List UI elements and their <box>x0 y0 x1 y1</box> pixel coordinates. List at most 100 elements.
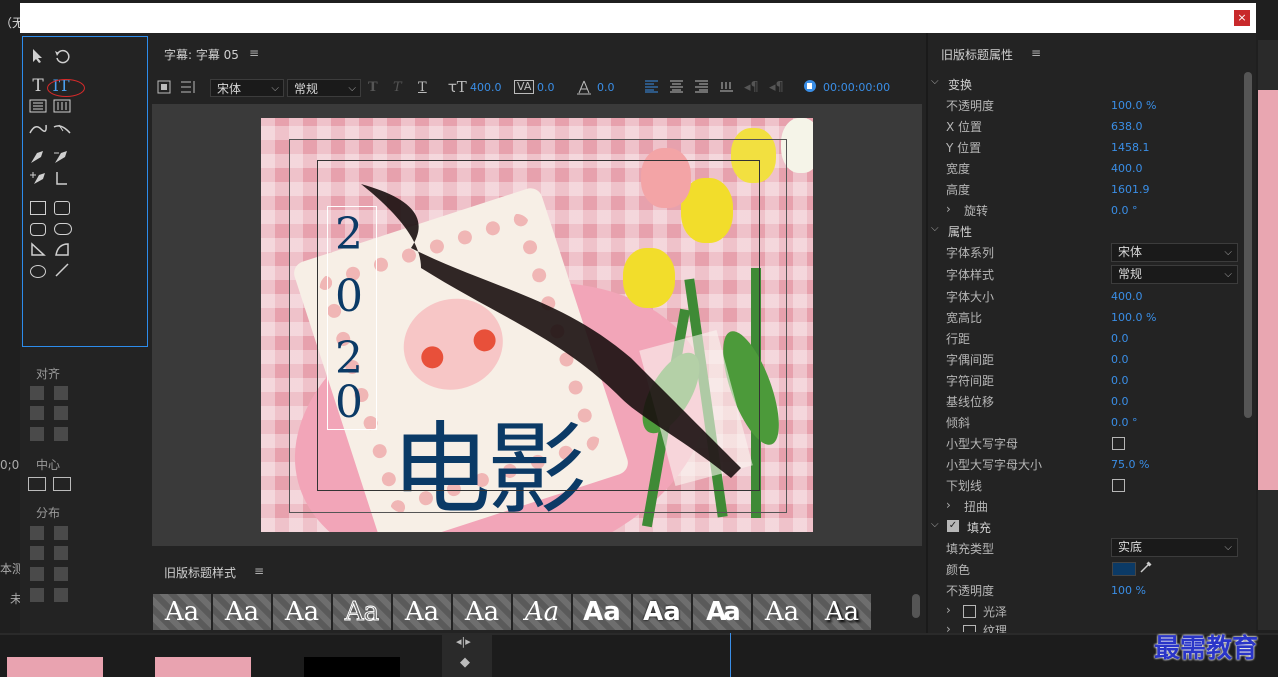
distribute-icon[interactable] <box>54 567 68 581</box>
add-anchor-tool-icon[interactable] <box>28 170 48 188</box>
bold-icon[interactable]: T <box>368 80 378 95</box>
timecode-value[interactable]: 00:00:00:00 <box>823 81 890 94</box>
fill-color-swatch[interactable] <box>1112 562 1136 576</box>
tracking-prop-value[interactable]: 0.0 <box>1111 374 1129 387</box>
chevron-right-icon[interactable]: › <box>946 202 951 216</box>
transform-section-header[interactable]: 变换 <box>948 76 972 93</box>
sheen-checkbox[interactable] <box>963 605 976 618</box>
underline-checkbox[interactable] <box>1112 479 1125 492</box>
style-swatch[interactable]: Aa <box>213 594 271 630</box>
clip-thumbnail[interactable] <box>155 657 251 677</box>
eyedropper-icon[interactable] <box>1139 560 1153 577</box>
style-swatch[interactable]: Aa <box>453 594 511 630</box>
italic-icon[interactable]: T <box>393 80 402 95</box>
style-swatch[interactable]: Aa <box>393 594 451 630</box>
kerning-value[interactable]: 0.0 <box>1111 353 1129 366</box>
font-style-dropdown[interactable]: 常规 ⌵ <box>287 79 361 97</box>
ellipse-tool-icon[interactable] <box>30 265 46 278</box>
small-caps-checkbox[interactable] <box>1112 437 1125 450</box>
pen-tool-icon[interactable] <box>28 149 48 167</box>
align-vcenter-icon[interactable] <box>54 406 68 420</box>
canvas-panel-menu-icon[interactable]: ≡ <box>249 46 259 60</box>
small-caps-size-value[interactable]: 75.0 % <box>1111 458 1149 471</box>
chevron-down-icon[interactable]: ⌵ <box>931 76 939 87</box>
line-tool-icon[interactable] <box>52 263 72 281</box>
align-text-left-icon[interactable] <box>644 80 659 97</box>
opacity-value[interactable]: 100.0 % <box>1111 99 1156 112</box>
align-text-right-icon[interactable] <box>694 80 709 97</box>
text-tool-icon[interactable]: T <box>28 77 48 95</box>
align-top-icon[interactable] <box>54 386 68 400</box>
close-button[interactable]: × <box>1234 10 1250 26</box>
distribute-icon[interactable] <box>30 546 44 560</box>
chevron-right-icon[interactable]: › <box>946 498 951 512</box>
convert-anchor-tool-icon[interactable] <box>52 170 72 188</box>
vertical-area-text-tool-icon[interactable] <box>52 99 72 117</box>
distribute-icon[interactable] <box>54 526 68 540</box>
vertical-path-text-tool-icon[interactable] <box>52 121 72 139</box>
clipped-rect-tool-icon[interactable] <box>30 223 46 236</box>
properties-scrollbar[interactable] <box>1244 72 1252 418</box>
roll-crawl-options-icon[interactable] <box>180 80 196 98</box>
width-value[interactable]: 400.0 <box>1111 162 1143 175</box>
rectangle-tool-icon[interactable] <box>30 201 46 215</box>
slant-value[interactable]: 0.0 ° <box>1111 416 1138 429</box>
selection-tool-icon[interactable] <box>28 48 48 66</box>
fill-type-select[interactable]: 实底 ⌵ <box>1111 538 1238 557</box>
font-family-select[interactable]: 宋体 ⌵ <box>1111 243 1238 262</box>
align-left-icon[interactable] <box>30 386 44 400</box>
styles-panel-menu-icon[interactable]: ≡ <box>254 564 264 578</box>
show-video-icon[interactable] <box>802 79 818 97</box>
rotate-tool-icon[interactable] <box>52 48 72 66</box>
style-swatch[interactable]: Aa <box>813 594 871 630</box>
texture-checkbox[interactable] <box>963 625 976 632</box>
clip-thumbnail[interactable] <box>7 657 103 677</box>
playhead[interactable] <box>730 633 731 677</box>
distribute-icon[interactable] <box>30 567 44 581</box>
style-swatch[interactable]: Aa <box>753 594 811 630</box>
baseline-shift-value[interactable]: 0.0 <box>1111 395 1129 408</box>
wedge-tool-icon[interactable] <box>28 242 48 260</box>
next-frame-icon[interactable]: ◂¶ <box>769 80 784 95</box>
font-size-value[interactable]: 400.0 <box>470 81 502 94</box>
clip-thumbnail[interactable] <box>304 657 400 677</box>
font-style-select[interactable]: 常规 ⌵ <box>1111 265 1238 284</box>
tracking-value[interactable]: 0.0 <box>537 81 555 94</box>
style-swatch[interactable]: Aa <box>153 594 211 630</box>
style-swatch[interactable]: Aa <box>633 594 691 630</box>
delete-anchor-tool-icon[interactable] <box>52 149 72 167</box>
distribute-icon[interactable] <box>54 546 68 560</box>
style-swatch[interactable]: Aa <box>573 594 631 630</box>
ripple-edit-icon[interactable]: ◂|▸ <box>456 635 471 648</box>
properties-panel-menu-icon[interactable]: ≡ <box>1031 46 1041 60</box>
rotation-value[interactable]: 0.0 ° <box>1111 204 1138 217</box>
font-family-dropdown[interactable]: 宋体 ⌵ <box>210 79 284 97</box>
align-bottom-icon[interactable] <box>54 427 68 441</box>
center-horizontal-icon[interactable] <box>28 477 46 491</box>
rounded-rect-tool-icon[interactable] <box>54 201 70 215</box>
leading-value[interactable]: 0.0 <box>1111 332 1129 345</box>
x-position-value[interactable]: 638.0 <box>1111 120 1143 133</box>
tab-stops-icon[interactable] <box>719 80 734 97</box>
styles-scrollbar[interactable] <box>912 594 920 618</box>
style-swatch[interactable]: Aa <box>513 594 571 630</box>
distribute-icon[interactable] <box>30 526 44 540</box>
aspect-value[interactable]: 100.0 % <box>1111 311 1156 324</box>
fill-opacity-value[interactable]: 100 % <box>1111 584 1146 597</box>
style-swatch[interactable]: Aa <box>333 594 391 630</box>
underline-icon[interactable]: T <box>418 80 427 95</box>
style-swatch[interactable]: Aa <box>273 594 331 630</box>
previous-frame-icon[interactable]: ◂¶ <box>744 80 759 95</box>
new-title-icon[interactable] <box>157 80 171 98</box>
align-right-icon[interactable] <box>30 427 44 441</box>
distribute-icon[interactable] <box>30 588 44 602</box>
align-text-center-icon[interactable] <box>669 80 684 97</box>
razor-tool-icon[interactable]: ◆ <box>460 655 470 670</box>
center-vertical-icon[interactable] <box>53 477 71 491</box>
y-position-value[interactable]: 1458.1 <box>1111 141 1150 154</box>
align-hcenter-icon[interactable] <box>30 406 44 420</box>
baseline-value[interactable]: 0.0 <box>597 81 615 94</box>
fill-enabled-checkbox[interactable]: ✓ <box>947 520 959 532</box>
area-text-tool-icon[interactable] <box>28 99 48 117</box>
fill-section-header[interactable]: 填充 <box>967 519 991 536</box>
